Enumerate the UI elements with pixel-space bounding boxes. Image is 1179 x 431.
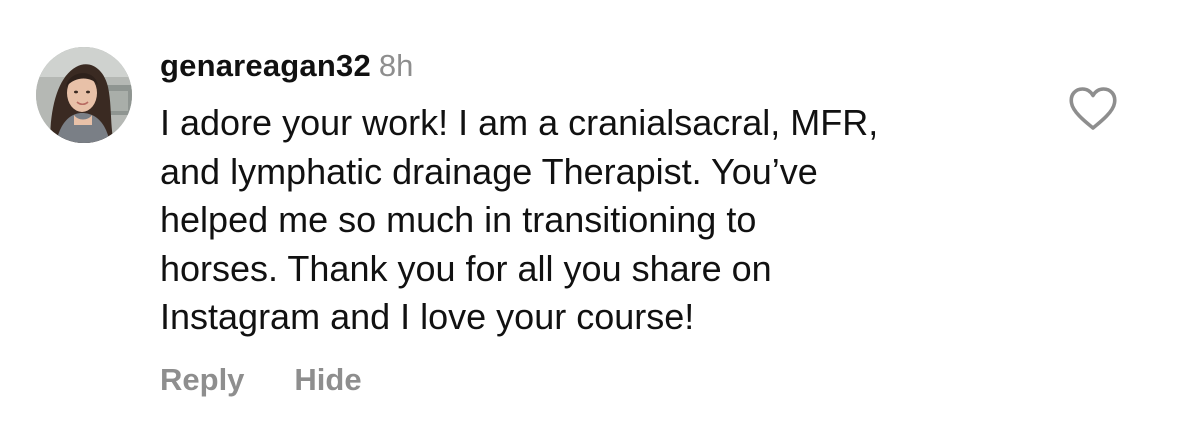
comment-item: genareagan32 8h I adore your work! I am a…	[0, 0, 1179, 431]
like-button[interactable]	[1068, 86, 1118, 132]
comment-actions: Reply Hide	[160, 362, 362, 406]
heart-outline-icon	[1069, 87, 1117, 130]
comment-timestamp: 8h	[378, 48, 414, 83]
user-avatar[interactable]	[36, 47, 132, 143]
comment-header: genareagan32 8h	[160, 46, 413, 86]
hide-button[interactable]: Hide	[294, 362, 361, 398]
avatar-photo-icon	[36, 47, 132, 143]
username-link[interactable]: genareagan32	[160, 48, 371, 83]
comment-text: I adore your work! I am a cranialsacral,…	[160, 102, 879, 337]
reply-button[interactable]: Reply	[160, 362, 244, 398]
